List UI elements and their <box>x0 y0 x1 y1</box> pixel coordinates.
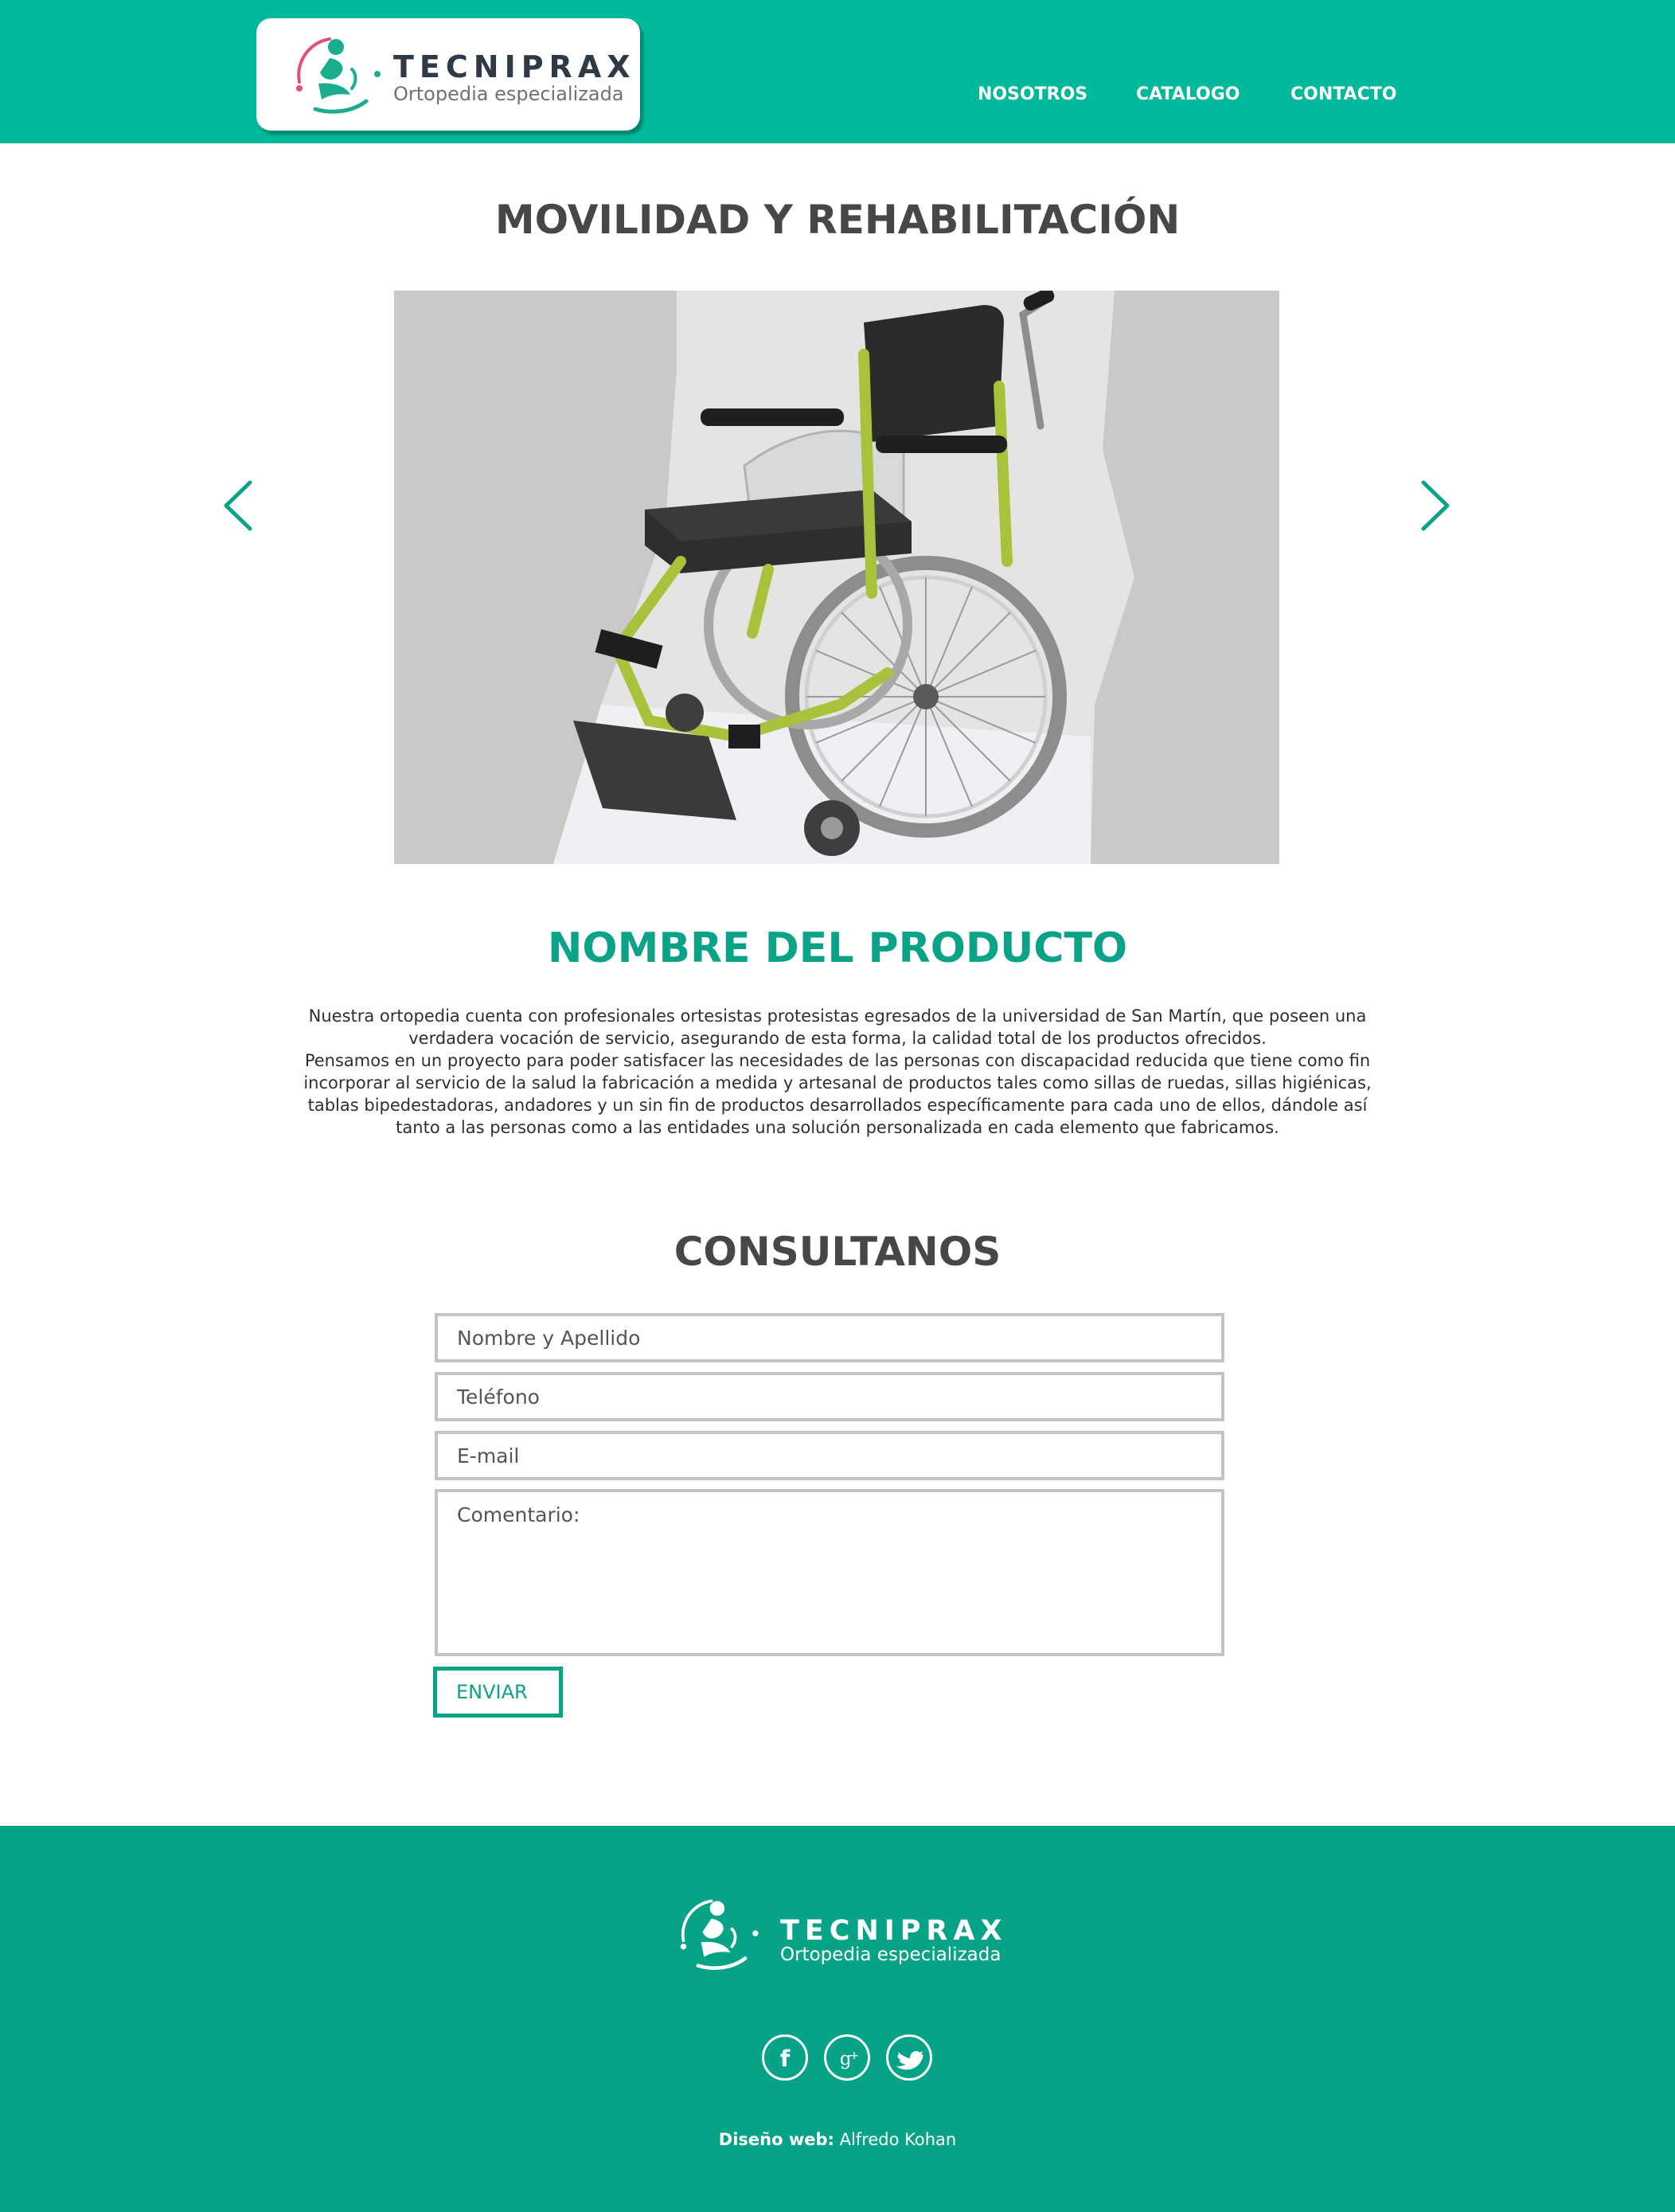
product-slider <box>394 291 1279 864</box>
credit-label: Diseño web: <box>718 2130 834 2149</box>
footer-tagline: Ortopedia especializada <box>780 1944 1001 1965</box>
svg-text:f: f <box>780 2045 791 2072</box>
email-field[interactable] <box>435 1431 1224 1480</box>
hero-title: MOVILIDAD Y REHABILITACIÓN <box>494 197 1181 243</box>
chevron-right-icon[interactable] <box>1411 478 1458 533</box>
description-line: tablas bipedestadoras, andadores y un si… <box>307 1096 1368 1115</box>
tecniprax-footer-logo-icon <box>680 1899 759 1970</box>
logo-brand-text: TECNIPRAX <box>393 49 636 84</box>
description-line: verdadera vocación de servicio, aseguran… <box>408 1029 1267 1048</box>
logo-tagline: Ortopedia especializada <box>393 83 624 105</box>
svg-text:+: + <box>849 2050 859 2062</box>
description-line: incorporar al servicio de la salud la fa… <box>303 1073 1372 1092</box>
facebook-icon[interactable]: f <box>762 2034 808 2081</box>
product-description: Nuestra ortopedia cuenta con profesional… <box>263 1005 1412 1139</box>
twitter-icon[interactable] <box>886 2034 932 2081</box>
phone-field[interactable] <box>435 1372 1224 1421</box>
tecniprax-logo-icon <box>296 37 381 114</box>
design-credit: Diseño web: Alfredo Kohan <box>0 2132 1675 2148</box>
description-line: Nuestra ortopedia cuenta con profesional… <box>308 1006 1367 1026</box>
nav-contacto[interactable]: CONTACTO <box>1290 86 1396 104</box>
site-header: TECNIPRAX Ortopedia especializada NOSOTR… <box>0 0 1675 143</box>
credit-name: Alfredo Kohan <box>834 2130 957 2149</box>
description-line: Pensamos en un proyecto para poder satis… <box>304 1051 1371 1070</box>
logo-card[interactable]: TECNIPRAX Ortopedia especializada <box>256 18 640 131</box>
comment-field[interactable] <box>435 1489 1224 1656</box>
footer-brand-text: TECNIPRAX <box>780 1915 1008 1947</box>
nav-catalogo[interactable]: CATALOGO <box>1136 86 1240 104</box>
google-plus-icon[interactable]: g + <box>824 2034 870 2081</box>
description-line: tanto a las personas como a las entidade… <box>396 1118 1279 1137</box>
site-footer: TECNIPRAX Ortopedia especializada f g + D… <box>0 1826 1675 2212</box>
product-title: NOMBRE DEL PRODUCTO <box>547 924 1128 972</box>
send-button[interactable]: ENVIAR <box>433 1667 563 1718</box>
wheelchair-photo <box>553 291 1134 864</box>
name-field[interactable] <box>435 1313 1224 1362</box>
contact-form-title: CONSULTANOS <box>674 1229 1001 1275</box>
chevron-left-icon[interactable] <box>215 478 263 533</box>
nav-nosotros[interactable]: NOSOTROS <box>978 86 1087 104</box>
